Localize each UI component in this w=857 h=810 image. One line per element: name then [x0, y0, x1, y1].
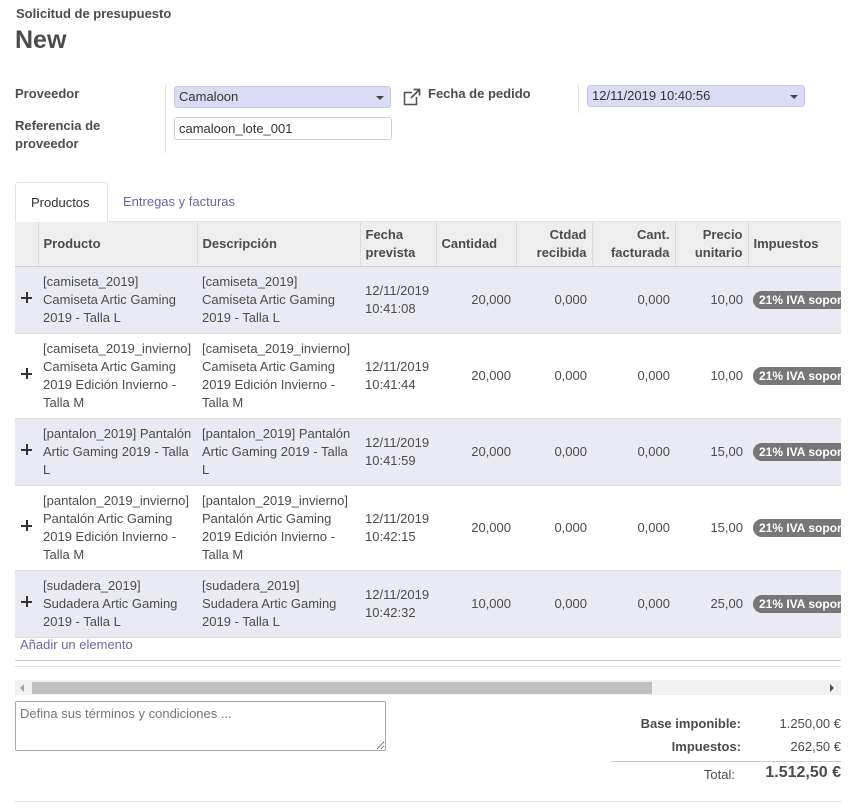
column-header-quantity[interactable]: Cantidad [435, 222, 516, 267]
tax-badge: 21% IVA soportado (bienes corrientes) [753, 443, 841, 461]
scrollbar-thumb[interactable] [32, 682, 652, 694]
cell-date[interactable]: 12/11/2019 10:41:08 [360, 266, 436, 334]
field-separator [165, 85, 166, 153]
handle-header [15, 222, 38, 267]
scroll-left-icon[interactable] [20, 684, 24, 692]
cell-taxes[interactable]: 21% IVA soportado (bienes corrientes) [748, 570, 841, 638]
table-row[interactable]: [sudadera_2019] Sudadera Artic Gaming 20… [15, 570, 841, 638]
tab-entregas-facturas[interactable]: Entregas y facturas [108, 182, 250, 222]
column-header-unit-price[interactable]: Precio unitario [674, 222, 748, 267]
cell-invoiced[interactable]: 0,000 [592, 266, 675, 334]
tab-productos[interactable]: Productos [15, 182, 108, 222]
scroll-right-icon[interactable] [830, 684, 834, 692]
add-line-link[interactable]: Añadir un elemento [20, 637, 133, 652]
vendor-ref-label: Referencia de proveedor [15, 118, 101, 151]
column-header-invoiced[interactable]: Cant. facturada [591, 222, 675, 267]
cell-description[interactable]: [camiseta_2019] Camiseta Artic Gaming 20… [197, 266, 360, 334]
vendor-select-value: Camaloon [179, 89, 239, 104]
caret-down-icon [376, 96, 384, 100]
cell-received[interactable]: 0,000 [516, 418, 592, 486]
table-row[interactable]: [pantalon_2019] Pantalón Artic Gaming 20… [15, 418, 841, 486]
cell-quantity[interactable]: 20,000 [436, 485, 516, 571]
caret-down-icon [790, 95, 798, 99]
untaxed-amount-label: Base imponible: [640, 716, 741, 731]
order-date-label: Fecha de pedido [428, 86, 531, 101]
cell-unit-price[interactable]: 10,00 [675, 266, 748, 334]
cell-taxes[interactable]: 21% IVA soportado (bienes corrientes) [748, 333, 841, 419]
cell-quantity[interactable]: 20,000 [436, 333, 516, 419]
terms-conditions-textarea[interactable] [15, 701, 386, 751]
cell-date[interactable]: 12/11/2019 10:42:15 [360, 485, 436, 571]
cell-date[interactable]: 12/11/2019 10:42:32 [360, 570, 436, 638]
drag-handle-icon[interactable] [15, 485, 38, 571]
order-lines-table: Producto Descripción Fecha prevista Cant… [15, 222, 841, 638]
cell-received[interactable]: 0,000 [516, 266, 592, 334]
cell-taxes[interactable]: 21% IVA soportado (bienes corrientes) [748, 485, 841, 571]
order-date-value: 12/11/2019 10:40:56 [592, 88, 711, 103]
tax-badge: 21% IVA soportado (bienes corrientes) [753, 595, 841, 613]
cell-invoiced[interactable]: 0,000 [592, 418, 675, 486]
cell-received[interactable]: 0,000 [516, 485, 592, 571]
cell-unit-price[interactable]: 15,00 [675, 418, 748, 486]
column-header-received[interactable]: Ctdad recibida [515, 222, 592, 267]
cell-date[interactable]: 12/11/2019 10:41:44 [360, 333, 436, 419]
cell-invoiced[interactable]: 0,000 [592, 485, 675, 571]
cell-product[interactable]: [pantalon_2019_invierno] Pantalón Artic … [38, 485, 197, 571]
column-header-scheduled-date[interactable]: Fecha prevista [359, 222, 436, 267]
cell-description[interactable]: [pantalon_2019_invierno] Pantalón Artic … [197, 485, 360, 571]
drag-handle-icon[interactable] [15, 266, 38, 334]
cell-description[interactable]: [pantalon_2019] Pantalón Artic Gaming 20… [197, 418, 360, 486]
table-row[interactable]: [camiseta_2019_invierno] Camiseta Artic … [15, 333, 841, 419]
tax-badge: 21% IVA soportado (bienes corrientes) [753, 291, 841, 309]
cell-received[interactable]: 0,000 [516, 333, 592, 419]
column-header-product[interactable]: Producto [37, 222, 197, 267]
order-date-picker[interactable]: 12/11/2019 10:40:56 [587, 85, 805, 107]
table-footer-divider [15, 660, 841, 661]
cell-product[interactable]: [camiseta_2019_invierno] Camiseta Artic … [38, 333, 197, 419]
vendor-select[interactable]: Camaloon [174, 86, 391, 108]
cell-product[interactable]: [camiseta_2019] Camiseta Artic Gaming 20… [38, 266, 197, 334]
cell-invoiced[interactable]: 0,000 [592, 333, 675, 419]
cell-quantity[interactable]: 10,000 [436, 570, 516, 638]
tax-badge: 21% IVA soportado (bienes corrientes) [753, 367, 841, 385]
drag-handle-icon[interactable] [15, 333, 38, 419]
cell-taxes[interactable]: 21% IVA soportado (bienes corrientes) [748, 418, 841, 486]
total-label: Total: [703, 767, 735, 782]
column-header-description[interactable]: Descripción [196, 222, 360, 267]
cell-description[interactable]: [camiseta_2019_invierno] Camiseta Artic … [197, 333, 360, 419]
cell-product[interactable]: [pantalon_2019] Pantalón Artic Gaming 20… [38, 418, 197, 486]
page-title: New [15, 26, 67, 54]
cell-unit-price[interactable]: 10,00 [675, 333, 748, 419]
taxes-amount-label: Impuestos: [671, 739, 741, 754]
vendor-label: Proveedor [15, 86, 80, 101]
cell-description[interactable]: [sudadera_2019] Sudadera Artic Gaming 20… [197, 570, 360, 638]
cell-date[interactable]: 12/11/2019 10:41:59 [360, 418, 436, 486]
drag-handle-icon[interactable] [15, 570, 38, 638]
breadcrumb-subtitle: Solicitud de presupuesto [16, 6, 172, 21]
totals-divider [611, 761, 841, 762]
cell-quantity[interactable]: 20,000 [436, 266, 516, 334]
cell-taxes[interactable]: 21% IVA soportado (bienes corrientes) [748, 266, 841, 334]
total-value: 1.512,50 € [765, 764, 841, 781]
drag-handle-icon[interactable] [15, 418, 38, 486]
cell-product[interactable]: [sudadera_2019] Sudadera Artic Gaming 20… [38, 570, 197, 638]
external-link-icon[interactable] [403, 88, 421, 106]
field-separator [578, 85, 579, 113]
table-row[interactable]: [pantalon_2019_invierno] Pantalón Artic … [15, 485, 841, 571]
untaxed-amount-value: 1.250,00 € [779, 716, 841, 731]
tax-badge: 21% IVA soportado (bienes corrientes) [753, 519, 841, 537]
cell-received[interactable]: 0,000 [516, 570, 592, 638]
cell-invoiced[interactable]: 0,000 [592, 570, 675, 638]
taxes-amount-value: 262,50 € [790, 739, 841, 754]
cell-unit-price[interactable]: 15,00 [675, 485, 748, 571]
table-footer-divider [15, 666, 841, 667]
cell-unit-price[interactable]: 25,00 [675, 570, 748, 638]
table-row[interactable]: [camiseta_2019] Camiseta Artic Gaming 20… [15, 266, 841, 334]
bottom-divider [15, 801, 841, 802]
column-header-taxes[interactable]: Impuestos [747, 222, 841, 267]
cell-quantity[interactable]: 20,000 [436, 418, 516, 486]
vendor-ref-input[interactable]: camaloon_lote_001 [174, 117, 392, 140]
